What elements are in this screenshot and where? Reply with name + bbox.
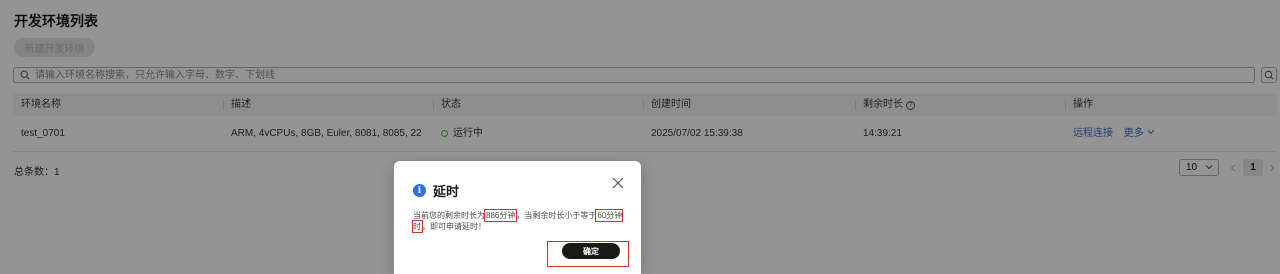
dialog-message: 当前您的剩余时长为886分钟，当剩余时长小于等于60分钟时，即可申请延时！ [411,209,638,233]
dialog-title: i 延时 [413,181,459,200]
close-icon [612,177,624,189]
info-icon: i [413,184,426,197]
message-part1: 当前您的剩余时长为 [413,211,485,220]
message-part3: ，即可申请延时！ [422,222,486,231]
ok-button-highlight [547,241,629,267]
dialog-title-text: 延时 [433,184,460,199]
remaining-value: 886分钟 [483,209,518,222]
message-part2: ，当剩余时长小于等于 [516,211,597,220]
close-button[interactable] [612,177,624,189]
